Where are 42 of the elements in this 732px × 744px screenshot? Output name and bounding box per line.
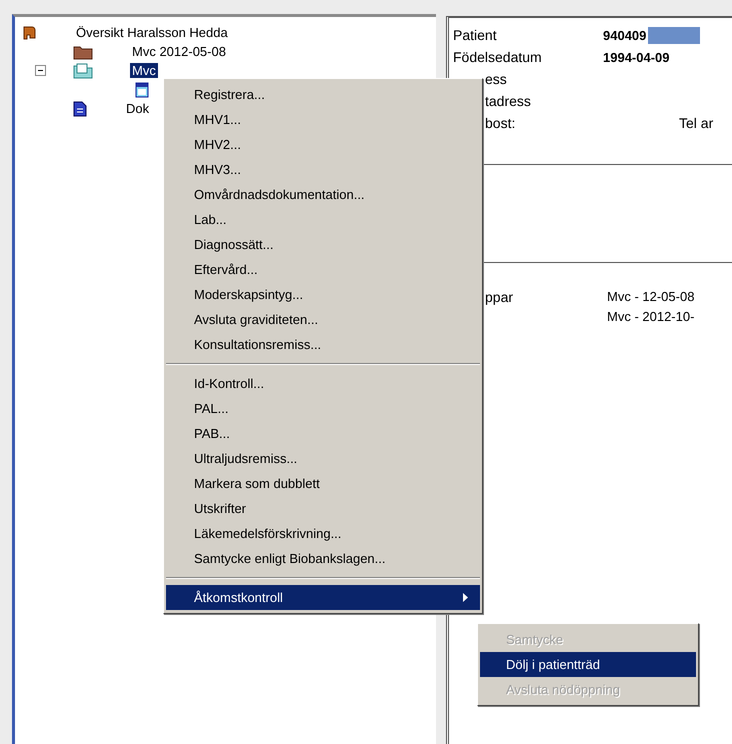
calendar-icon <box>135 82 149 98</box>
field-value: 940409 <box>603 28 646 42</box>
menu-item[interactable]: Ultraljudsremiss... <box>166 446 480 471</box>
menu-item[interactable]: Läkemedelsförskrivning... <box>166 521 480 546</box>
menu-item[interactable]: Lab... <box>166 207 480 232</box>
menu-item[interactable]: Avsluta graviditeten... <box>166 307 480 332</box>
menu-item[interactable]: Konsultationsremiss... <box>166 332 480 357</box>
field-label: Födelsedatum <box>453 49 543 65</box>
visit-entry[interactable]: Mvc - 2012-10- <box>607 309 694 324</box>
field-value: 1994-04-09 <box>603 50 670 64</box>
menu-item[interactable]: Dölj i patientträd <box>480 652 696 677</box>
folder-icon <box>73 44 93 60</box>
menu-item[interactable]: MHV3... <box>166 157 480 182</box>
menu-item[interactable]: Samtycke enligt Biobankslagen... <box>166 546 480 571</box>
menu-item[interactable]: Åtkomstkontroll <box>166 585 480 610</box>
menu-item[interactable]: Omvårdnadsdokumentation... <box>166 182 480 207</box>
tree-item[interactable]: Dok <box>124 101 152 116</box>
visit-entry[interactable]: Mvc - 12-05-08 <box>607 289 694 304</box>
menu-item[interactable]: MHV1... <box>166 107 480 132</box>
menu-item[interactable]: Id-Kontroll... <box>166 371 480 396</box>
menu-item[interactable]: PAL... <box>166 396 480 421</box>
field-label: ess <box>485 71 508 87</box>
app-icon <box>21 24 37 40</box>
collapse-button[interactable] <box>35 65 46 76</box>
field-label: ppar <box>485 289 514 307</box>
document-icon <box>73 62 93 78</box>
menu-item[interactable]: Utskrifter <box>166 496 480 521</box>
tree-item[interactable]: Mvc <box>130 63 158 78</box>
menu-item[interactable]: MHV2... <box>166 132 480 157</box>
tree-root[interactable]: Översikt Haralsson Hedda <box>74 25 230 40</box>
menu-item[interactable]: Registrera... <box>166 82 480 107</box>
field-label: bost: <box>485 115 516 131</box>
document-icon <box>73 100 87 116</box>
menu-item[interactable]: Diagnossätt... <box>166 232 480 257</box>
field-label: Tel ar <box>679 115 714 131</box>
tree-item[interactable]: Mvc 2012-05-08 <box>130 44 228 59</box>
field-label: Patient <box>453 27 498 43</box>
menu-item[interactable]: Moderskapsintyg... <box>166 282 480 307</box>
menu-item[interactable]: PAB... <box>166 421 480 446</box>
menu-item[interactable]: Eftervård... <box>166 257 480 282</box>
field-label: tadress <box>485 93 532 109</box>
menu-item[interactable]: Markera som dubblett <box>166 471 480 496</box>
